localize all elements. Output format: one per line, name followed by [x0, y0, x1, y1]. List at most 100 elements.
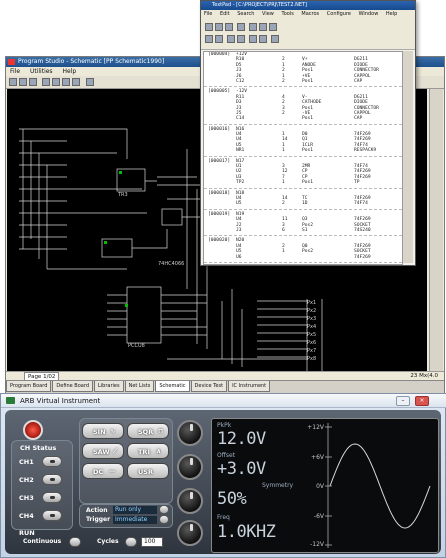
replace-icon[interactable]: [237, 35, 245, 43]
fit-view-icon[interactable]: [72, 78, 80, 86]
netlist-cell: 74S240: [354, 227, 371, 233]
channel-4-row: CH4: [16, 509, 64, 523]
offset-knob[interactable]: [177, 454, 203, 480]
tab-schematic[interactable]: Schematic: [155, 381, 190, 392]
svg-text:Px5: Px5: [307, 332, 316, 338]
editor-menu-tools[interactable]: Tools: [282, 11, 294, 17]
continuous-label: Continuous: [23, 538, 62, 545]
netlist-separator: [204, 154, 402, 157]
cycles-input[interactable]: 100: [141, 537, 163, 547]
instrument-panel: CH Status CH1 CH2 CH3 CH4 SIN ∿ SQR ⊓ SAW ⟋: [5, 410, 441, 554]
tab-define-board[interactable]: Define Board: [52, 381, 93, 392]
cycles-radio[interactable]: [125, 537, 137, 547]
editor-vertical-scrollbar[interactable]: [403, 51, 413, 263]
netlist-cell: 1: [282, 148, 285, 154]
trigger-label: Trigger: [86, 516, 111, 523]
save-file-icon[interactable]: [225, 23, 233, 31]
menu-file[interactable]: File: [10, 68, 20, 75]
frequency-knob[interactable]: [177, 520, 203, 546]
action-toggle[interactable]: [159, 505, 169, 514]
continuous-radio[interactable]: [69, 537, 81, 547]
arb-title: ARB Virtual Instrument: [20, 397, 101, 405]
netlist-editor-window: TextPad - [C:\PROJECT\PRJ\TEST2.NET] Fil…: [200, 0, 416, 266]
netlist-cell: U6: [236, 254, 242, 260]
netlist-line: U5 2 1D 74F74: [204, 201, 402, 206]
wire-tool-icon[interactable]: [86, 78, 94, 86]
minimize-button[interactable]: –: [396, 396, 410, 406]
channel-1-toggle[interactable]: [42, 456, 62, 467]
power-button[interactable]: [23, 420, 43, 440]
bookmark-icon[interactable]: [259, 35, 267, 43]
offset-value: +3.0V: [217, 459, 266, 479]
netlist-cell: 1D: [302, 201, 308, 207]
svg-text:Px4: Px4: [307, 324, 316, 330]
print-icon[interactable]: [237, 23, 245, 31]
netlist-separator: [204, 207, 402, 210]
netlist-cell: J3: [236, 227, 242, 233]
netlist-cell: CAP: [354, 78, 363, 84]
trigger-toggle[interactable]: [159, 515, 169, 524]
help-icon[interactable]: [271, 35, 279, 43]
paste-icon[interactable]: [269, 23, 277, 31]
tab-device-test[interactable]: Device Test: [190, 381, 228, 392]
editor-menu-help[interactable]: Help: [386, 11, 397, 17]
undo-icon[interactable]: [205, 35, 213, 43]
text-tool-icon[interactable]: [62, 78, 70, 86]
saw-wave-button[interactable]: SAW ⟋: [82, 443, 124, 459]
netlist-cell: U5: [236, 201, 242, 207]
cut-icon[interactable]: [249, 23, 257, 31]
editor-menu-configure[interactable]: Configure: [327, 11, 351, 17]
sin-wave-button[interactable]: SIN ∿: [82, 423, 124, 439]
print-icon[interactable]: [29, 78, 37, 86]
menu-help[interactable]: Help: [62, 68, 76, 75]
tri-wave-button[interactable]: TRI ∧: [127, 443, 169, 459]
component-label-u1: PCCU8: [128, 343, 145, 349]
zoom-out-icon[interactable]: [52, 78, 60, 86]
editor-menu-search[interactable]: Search: [237, 11, 254, 17]
tab-net-lists[interactable]: Net Lists: [124, 381, 155, 392]
editor-titlebar[interactable]: TextPad - [C:\PROJECT\PRJ\TEST2.NET]: [201, 1, 415, 10]
symmetry-knob[interactable]: [177, 488, 203, 514]
new-file-icon[interactable]: [205, 23, 213, 31]
sine-waveform-plot: [325, 423, 431, 548]
open-icon[interactable]: [9, 78, 17, 86]
tab-program-board[interactable]: Program Board: [6, 381, 52, 392]
editor-menu-macros[interactable]: Macros: [301, 11, 319, 17]
netlist-text-area[interactable]: [000004] +12V R10 2 V+ DG211 D5 1 ANODE DIODE J3 2 P…: [203, 51, 403, 265]
action-select[interactable]: Run only: [113, 506, 157, 514]
find-icon[interactable]: [227, 35, 235, 43]
close-button[interactable]: ×: [415, 396, 429, 406]
tab-libraries[interactable]: Libraries: [94, 381, 124, 392]
channel-3-label: CH3: [19, 494, 34, 502]
schematic-vertical-scrollbar[interactable]: [429, 89, 443, 371]
zoom-in-icon[interactable]: [42, 78, 50, 86]
dc-button[interactable]: DC —: [82, 463, 124, 479]
svg-text:Px8: Px8: [307, 356, 316, 362]
arb-titlebar[interactable]: ARB Virtual Instrument – ×: [1, 394, 446, 408]
tab-ic-instrument[interactable]: IC Instrument: [228, 381, 271, 392]
pkpk-label: PkPk: [217, 422, 232, 429]
editor-menu-file[interactable]: File: [204, 11, 212, 17]
netlist-cell: Pos1: [302, 148, 314, 154]
usr-wave-button[interactable]: USR: [127, 463, 169, 479]
editor-menu-view[interactable]: View: [262, 11, 274, 17]
menu-utilities[interactable]: Utilities: [30, 68, 53, 75]
action-label: Action: [86, 507, 108, 514]
component-label-u2: TR3: [117, 192, 128, 198]
pkpk-knob[interactable]: [177, 420, 203, 446]
save-icon[interactable]: [19, 78, 27, 86]
channel-2-toggle[interactable]: [42, 474, 62, 485]
redo-icon[interactable]: [215, 35, 223, 43]
open-file-icon[interactable]: [215, 23, 223, 31]
netlist-line: C12 2 Pos1 CAP: [204, 79, 402, 84]
sqr-wave-button[interactable]: SQR ⊓: [127, 423, 169, 439]
channel-3-toggle[interactable]: [42, 492, 62, 503]
channel-4-toggle[interactable]: [42, 510, 62, 521]
editor-title: TextPad - [C:\PROJECT\PRJ\TEST2.NET]: [212, 2, 307, 8]
editor-menu-edit[interactable]: Edit: [220, 11, 230, 17]
netlist-separator: [204, 186, 402, 189]
copy-icon[interactable]: [259, 23, 267, 31]
spell-check-icon[interactable]: [249, 35, 257, 43]
trigger-select[interactable]: Immediate: [113, 516, 157, 524]
editor-menu-window[interactable]: Window: [359, 11, 379, 17]
